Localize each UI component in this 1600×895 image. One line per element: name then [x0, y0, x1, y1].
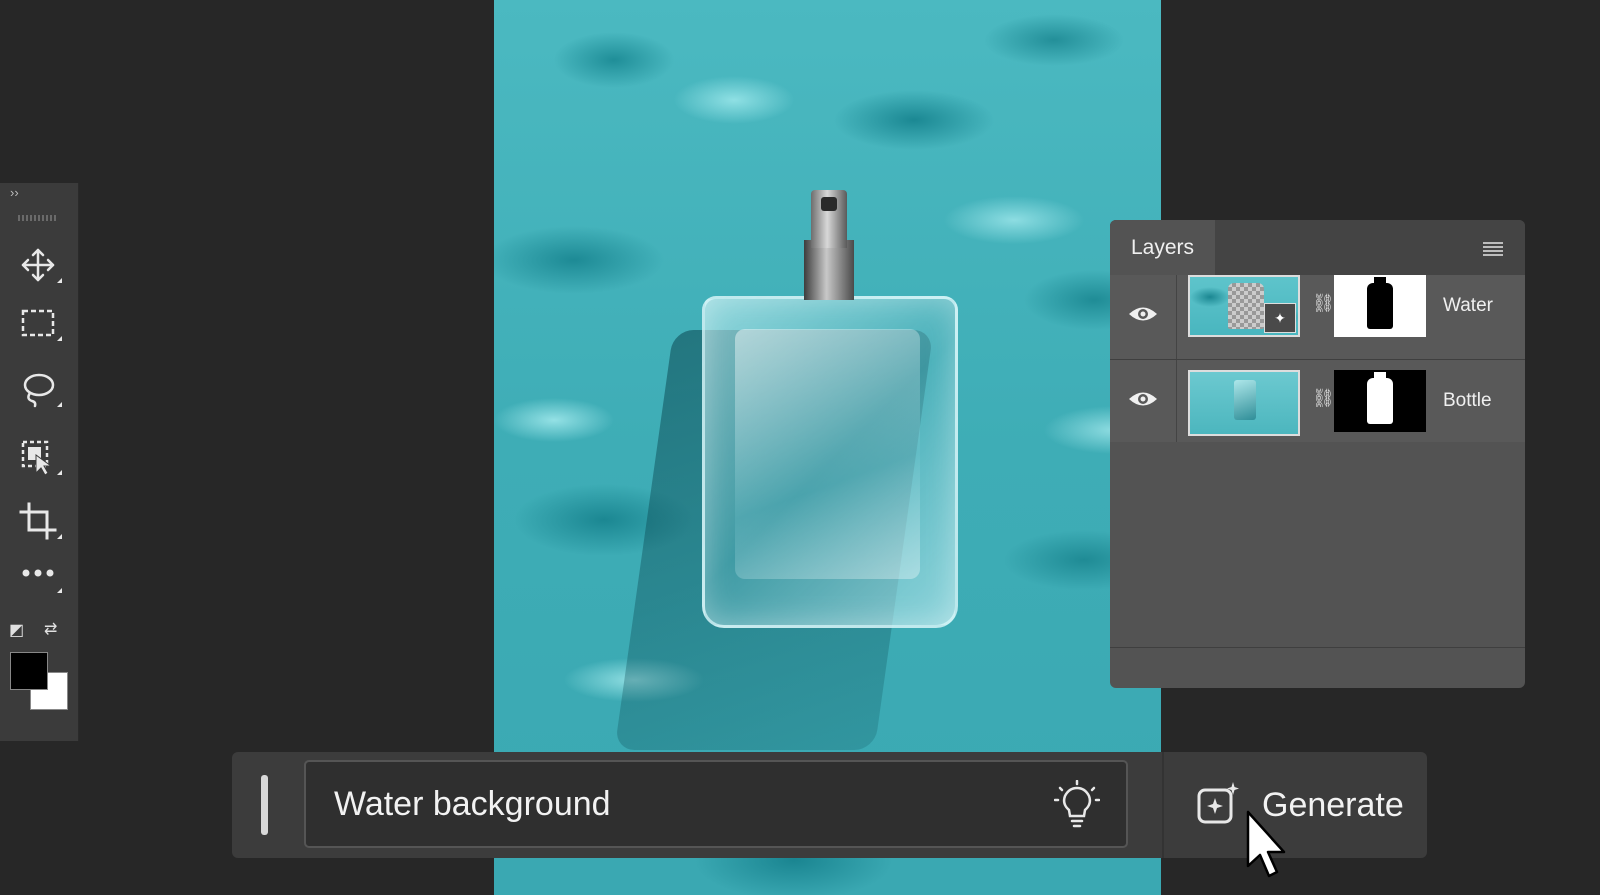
visibility-eye-icon[interactable] — [1127, 303, 1159, 325]
mask-link-icon[interactable]: ⛓ — [1312, 388, 1335, 409]
more-tools[interactable] — [18, 555, 62, 595]
layer-thumbnail-bottle[interactable] — [1188, 370, 1300, 436]
layer-row-water[interactable]: ✦ ⛓ Water — [1110, 275, 1525, 360]
tab-layers[interactable]: Layers — [1110, 220, 1215, 275]
layer-row-bottle[interactable]: ⛓ Bottle — [1110, 360, 1525, 443]
panel-grip[interactable] — [18, 215, 58, 221]
layer-name-water[interactable]: Water — [1443, 275, 1493, 357]
lightbulb-icon[interactable] — [1054, 780, 1100, 830]
default-colors-icon[interactable]: ◩ — [9, 620, 24, 640]
generative-layer-icon: ✦ — [1264, 303, 1296, 333]
mask-link-icon[interactable]: ⛓ — [1312, 293, 1335, 314]
layers-panel: Layers ✦ ⛓ Water ⛓ Bottle — [1110, 220, 1525, 688]
layers-empty-area — [1110, 442, 1525, 648]
bottle-neck — [804, 240, 854, 300]
tools-panel: ›› ◩ ⇄ — [0, 183, 79, 741]
lasso-tool[interactable] — [18, 369, 62, 409]
rectangular-marquee-icon — [21, 309, 55, 337]
layer-thumbnail-water[interactable]: ✦ — [1188, 275, 1300, 337]
collapse-panel-icon[interactable]: ›› — [10, 185, 19, 200]
crop-icon — [19, 502, 57, 540]
prompt-input-value: Water background — [334, 785, 611, 823]
layers-panel-header: Layers — [1110, 220, 1525, 275]
swap-colors-icon[interactable]: ⇄ — [44, 619, 57, 639]
drag-handle[interactable] — [261, 775, 268, 835]
layer-mask-water[interactable] — [1334, 275, 1426, 337]
layer-mask-bottle[interactable] — [1334, 370, 1426, 432]
lasso-icon — [23, 373, 55, 408]
visibility-eye-icon[interactable] — [1127, 388, 1159, 410]
move-icon — [21, 248, 55, 282]
generative-fill-icon — [1197, 782, 1239, 824]
object-selection-icon — [21, 440, 53, 476]
mouse-pointer-icon — [1246, 810, 1286, 878]
panel-menu-icon[interactable] — [1483, 242, 1503, 256]
rectangular-marquee-tool[interactable] — [18, 303, 62, 343]
more-tools-icon — [22, 569, 54, 577]
layer-name-bottle[interactable]: Bottle — [1443, 360, 1492, 442]
crop-tool[interactable] — [18, 501, 62, 541]
move-tool[interactable] — [18, 245, 62, 285]
perfume-bottle — [702, 296, 958, 628]
generate-button[interactable]: Generate — [1164, 752, 1427, 858]
foreground-color-swatch[interactable] — [10, 652, 48, 690]
prompt-input[interactable]: Water background — [304, 760, 1128, 848]
object-selection-tool[interactable] — [18, 437, 62, 477]
